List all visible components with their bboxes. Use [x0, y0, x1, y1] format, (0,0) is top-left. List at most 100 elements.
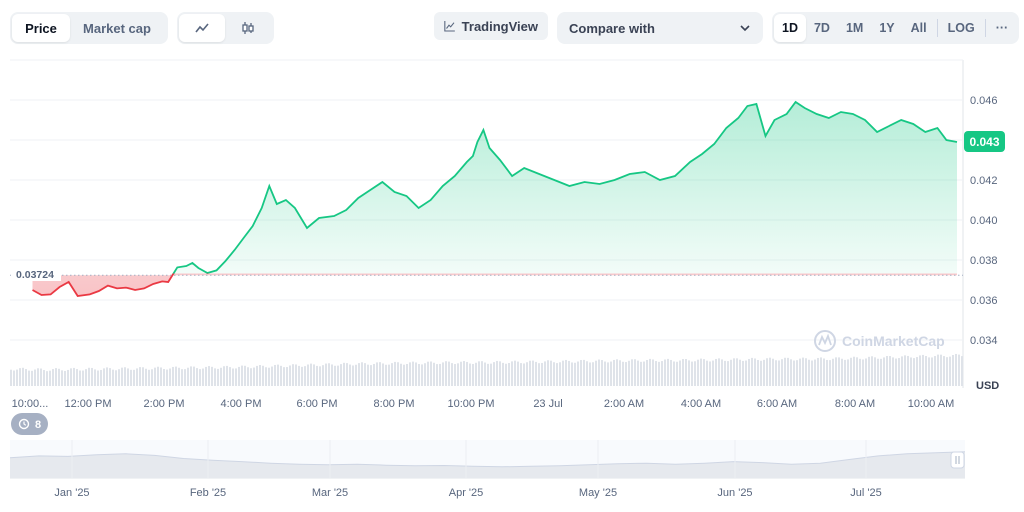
volume-bar: [166, 369, 168, 386]
volume-bar: [457, 363, 459, 386]
x-tick-label: 8:00 PM: [374, 398, 415, 410]
volume-bar: [106, 367, 108, 386]
volume-bar: [37, 368, 39, 386]
volume-bar: [847, 359, 849, 386]
volume-bar: [535, 361, 537, 386]
volume-bar: [898, 358, 900, 386]
volume-bar: [64, 370, 66, 386]
volume-bar: [553, 362, 555, 386]
volume-bar: [586, 361, 588, 386]
volume-bar: [613, 359, 615, 386]
volume-bar: [769, 357, 771, 386]
volume-bar: [568, 360, 570, 386]
volume-bar: [157, 366, 159, 386]
volume-bar: [823, 358, 825, 386]
volume-bar: [727, 361, 729, 386]
volume-bar: [118, 369, 120, 386]
volume-bar: [391, 363, 393, 386]
volume-bar: [343, 362, 345, 386]
volume-bar: [790, 359, 792, 386]
navigator-label: Feb '25: [190, 487, 226, 499]
volume-bar: [382, 363, 384, 386]
volume-bar: [442, 362, 444, 386]
volume-bar: [385, 364, 387, 386]
x-tick-label: 8:00 AM: [835, 398, 875, 410]
volume-bar: [100, 369, 102, 386]
volume-bar: [85, 369, 87, 386]
navigator-label: May '25: [579, 487, 617, 499]
y-tick-label: 0.042: [970, 175, 998, 187]
volume-bar: [439, 363, 441, 386]
volume-bar: [172, 366, 174, 386]
volume-bar: [460, 361, 462, 386]
navigator-label: Jun '25: [717, 487, 752, 499]
volume-bar: [55, 368, 57, 386]
current-price-badge: 0.043: [964, 131, 1005, 152]
volume-bar: [337, 365, 339, 386]
volume-bar: [34, 369, 36, 386]
x-tick-label: 10:00 AM: [908, 398, 954, 410]
volume-bar: [43, 370, 45, 386]
volume-bar: [76, 369, 78, 386]
volume-bar: [511, 361, 513, 386]
volume-bar: [301, 366, 303, 386]
events-count: 8: [35, 419, 41, 431]
volume-bar: [223, 366, 225, 386]
navigator-handle[interactable]: [950, 451, 965, 469]
volume-bar: [361, 362, 363, 386]
volume-bar: [775, 360, 777, 386]
x-tick-label: 10:00 PM: [447, 398, 494, 410]
volume-bar: [67, 369, 69, 386]
volume-bar: [778, 360, 780, 386]
volume-bar: [313, 364, 315, 386]
reference-price-label: 0.03724: [11, 268, 61, 281]
volume-bar: [904, 355, 906, 386]
volume-bar: [181, 369, 183, 386]
volume-bar: [928, 357, 930, 386]
volume-bar: [922, 354, 924, 386]
volume-bar: [415, 362, 417, 386]
volume-bar: [937, 354, 939, 386]
volume-bar: [376, 362, 378, 386]
volume-bar: [562, 360, 564, 386]
volume-bar: [355, 364, 357, 386]
volume-bar: [802, 357, 804, 386]
volume-bars: [10, 353, 963, 386]
volume-bar: [745, 360, 747, 386]
volume-bar: [412, 361, 414, 386]
volume-bar: [766, 358, 768, 386]
volume-bar: [850, 357, 852, 386]
volume-bar: [127, 368, 129, 386]
volume-bar: [874, 357, 876, 386]
volume-bar: [751, 357, 753, 386]
volume-bar: [877, 358, 879, 386]
volume-bar: [868, 356, 870, 386]
volume-bar: [520, 363, 522, 386]
volume-bar: [781, 359, 783, 386]
watermark-text: CoinMarketCap: [842, 333, 945, 349]
volume-bar: [220, 367, 222, 386]
volume-bar: [271, 366, 273, 386]
volume-bar: [265, 367, 267, 386]
volume-bar: [580, 360, 582, 386]
volume-bar: [433, 362, 435, 386]
volume-bar: [316, 365, 318, 386]
volume-bar: [835, 357, 837, 386]
price-chart[interactable]: 0.0460.0440.0420.0400.0380.0360.034 10:0…: [0, 0, 1024, 512]
events-badge[interactable]: 8: [11, 413, 48, 435]
volume-bar: [208, 366, 210, 386]
navigator-label: Mar '25: [312, 487, 348, 499]
volume-bar: [124, 367, 126, 386]
volume-bar: [604, 361, 606, 386]
volume-bar: [505, 363, 507, 386]
volume-bar: [352, 365, 354, 386]
volume-bar: [634, 359, 636, 386]
volume-bar: [574, 362, 576, 386]
volume-bar: [541, 362, 543, 386]
range-navigator[interactable]: [9, 440, 966, 479]
volume-bar: [205, 366, 207, 386]
volume-bar: [121, 367, 123, 386]
volume-bar: [496, 360, 498, 386]
volume-bar: [136, 368, 138, 386]
volume-bar: [154, 367, 156, 386]
